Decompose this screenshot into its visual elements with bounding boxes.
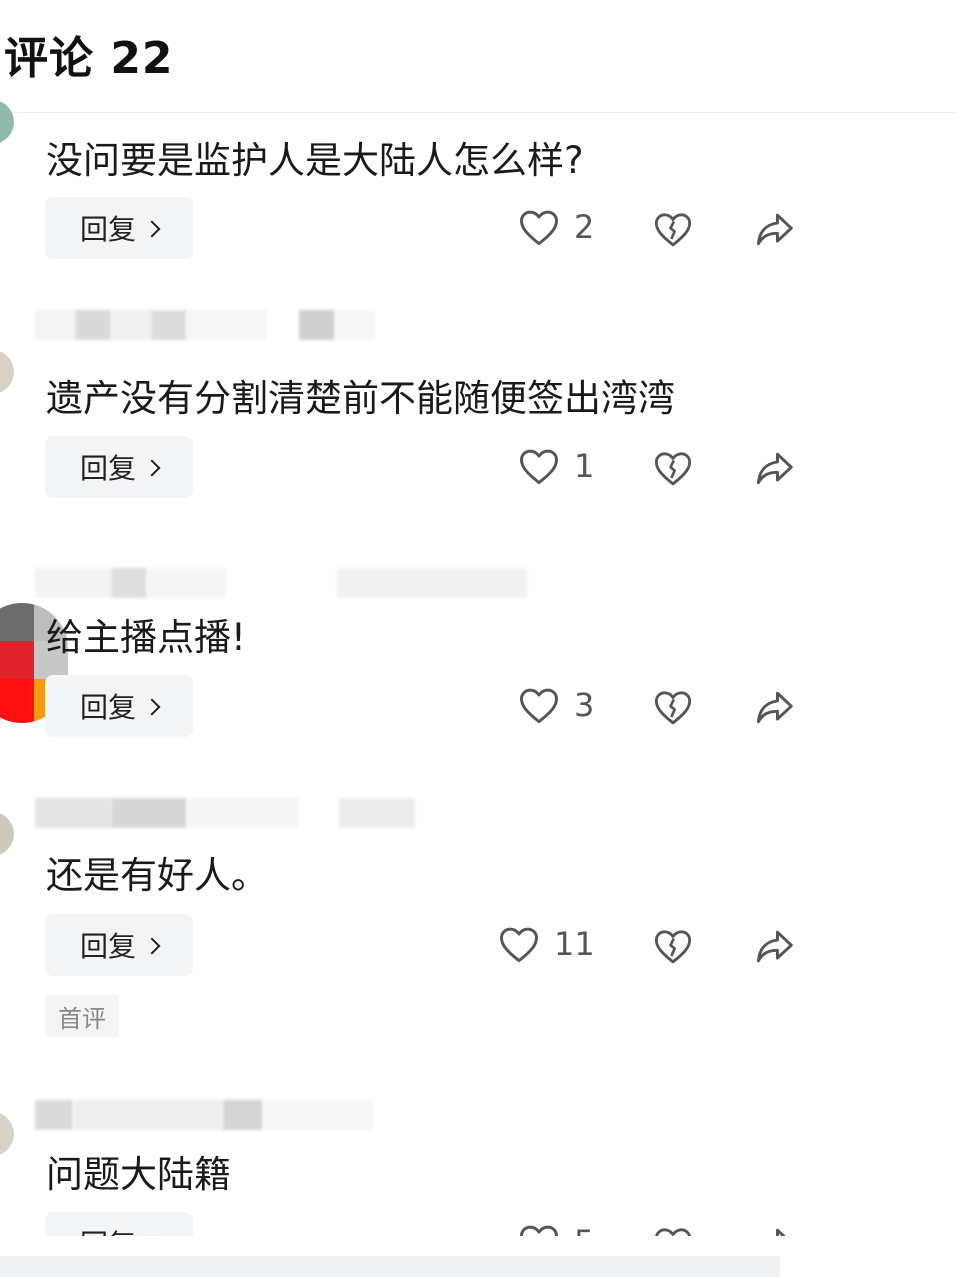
avatar[interactable] xyxy=(0,350,14,394)
dislike-button[interactable] xyxy=(651,924,695,968)
share-arrow-icon xyxy=(756,691,793,724)
like-button[interactable]: 3 xyxy=(518,685,594,725)
comment-text: 没问要是监护人是大陆人怎么样? xyxy=(46,139,584,182)
share-arrow-icon xyxy=(756,452,793,485)
share-button[interactable] xyxy=(752,446,796,490)
share-button[interactable] xyxy=(752,924,796,968)
heart-outline-icon xyxy=(520,210,558,246)
header-divider xyxy=(0,112,956,113)
chevron-right-icon xyxy=(143,459,161,477)
heart-outline-icon xyxy=(500,927,538,963)
bottom-input-bar[interactable] xyxy=(0,1256,780,1277)
comments-header: 评论 22 xyxy=(0,0,956,112)
heart-outline-icon xyxy=(520,449,558,485)
comment-text: 遗产没有分割清楚前不能随便签出湾湾 xyxy=(46,377,675,420)
reply-label: 回复 xyxy=(79,930,136,963)
comment-text: 给主播点播! xyxy=(46,616,246,659)
share-button[interactable] xyxy=(752,685,796,729)
share-arrow-icon xyxy=(756,213,793,246)
avatar[interactable] xyxy=(0,1112,14,1156)
heart-outline-icon xyxy=(520,688,558,724)
reply-label: 回复 xyxy=(79,691,136,724)
like-count: 2 xyxy=(574,208,595,246)
avatar[interactable] xyxy=(0,812,14,856)
like-count: 1 xyxy=(574,447,595,485)
chevron-right-icon xyxy=(143,698,161,716)
share-arrow-icon xyxy=(756,930,793,963)
comment-text: 还是有好人。 xyxy=(46,854,268,897)
like-button[interactable]: 1 xyxy=(518,446,594,486)
like-count: 11 xyxy=(554,925,595,963)
dislike-button[interactable] xyxy=(651,685,695,729)
reply-button[interactable]: 回复 xyxy=(45,197,193,259)
comment-text: 问题大陆籍 xyxy=(46,1153,231,1196)
dislike-button[interactable] xyxy=(651,446,695,490)
like-count: 3 xyxy=(574,686,595,724)
like-button[interactable]: 2 xyxy=(518,207,594,247)
page-title: 评论 22 xyxy=(4,33,174,84)
dislike-button[interactable] xyxy=(651,207,695,251)
username-blurred xyxy=(35,568,527,602)
reply-button[interactable]: 回复 xyxy=(45,436,193,498)
reply-button[interactable]: 回复 xyxy=(45,914,193,976)
username-blurred xyxy=(35,798,415,832)
username-blurred xyxy=(35,310,375,344)
first-comment-tag: 首评 xyxy=(45,995,119,1037)
reply-label: 回复 xyxy=(79,452,136,485)
reply-button[interactable]: 回复 xyxy=(45,675,193,737)
chevron-right-icon xyxy=(143,937,161,955)
share-button[interactable] xyxy=(752,207,796,251)
broken-heart-icon xyxy=(654,930,692,964)
broken-heart-icon xyxy=(654,452,692,486)
broken-heart-icon xyxy=(654,213,692,247)
username-blurred xyxy=(35,1100,373,1134)
broken-heart-icon xyxy=(654,691,692,725)
like-button[interactable]: 11 xyxy=(498,924,595,964)
reply-label: 回复 xyxy=(79,213,136,246)
chevron-right-icon xyxy=(143,220,161,238)
